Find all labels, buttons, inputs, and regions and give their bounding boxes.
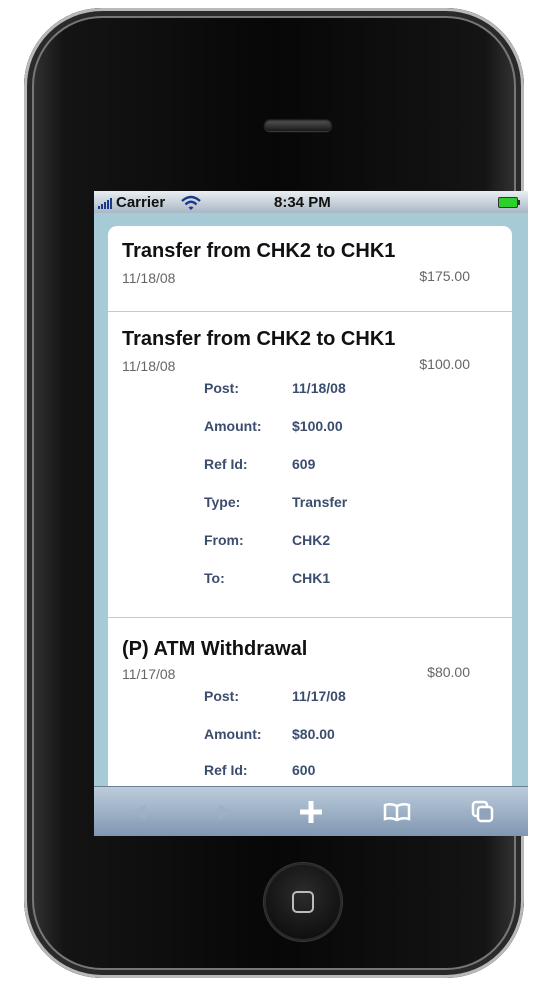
detail-label-type: Type: xyxy=(204,494,241,510)
detail-label-from: From: xyxy=(204,532,244,548)
transaction-date: 11/18/08 xyxy=(122,270,176,286)
transaction-date: 11/17/08 xyxy=(122,666,176,682)
transaction-amount: $80.00 xyxy=(427,664,470,680)
transaction-amount: $100.00 xyxy=(419,356,470,372)
detail-label-amount: Amount: xyxy=(204,726,262,742)
phone-screen: Carrier 8:34 PM Transfer from CHK2 to CH… xyxy=(94,191,528,836)
detail-value-amount: $80.00 xyxy=(292,726,335,742)
transaction-item-expanded[interactable]: (P) ATM Withdrawal 11/17/08 $80.00 Post:… xyxy=(108,618,512,786)
browser-toolbar xyxy=(94,786,528,836)
transaction-date: 11/18/08 xyxy=(122,358,176,374)
detail-value-to: CHK1 xyxy=(292,570,331,586)
transaction-title: Transfer from CHK2 to CHK1 xyxy=(122,328,396,350)
detail-value-amount: $100.00 xyxy=(292,418,343,434)
detail-label-to: To: xyxy=(204,570,225,586)
battery-icon xyxy=(498,197,520,208)
home-square-icon xyxy=(292,891,314,913)
detail-value-type: Transfer xyxy=(292,494,348,510)
detail-label-amount: Amount: xyxy=(204,418,262,434)
status-bar: Carrier 8:34 PM xyxy=(94,191,528,213)
home-button[interactable] xyxy=(264,863,342,941)
detail-label-ref-id: Ref Id: xyxy=(204,456,248,472)
transaction-item-expanded[interactable]: Transfer from CHK2 to CHK1 11/18/08 $100… xyxy=(108,312,512,618)
wifi-icon xyxy=(180,195,202,211)
detail-value-post: 11/18/08 xyxy=(292,380,346,396)
bookmarks-icon[interactable] xyxy=(372,787,422,836)
detail-value-post: 11/17/08 xyxy=(292,688,346,704)
status-time: 8:34 PM xyxy=(274,194,331,211)
detail-value-from: CHK2 xyxy=(292,532,331,548)
transaction-item[interactable]: Transfer from CHK2 to CHK1 11/18/08 $175… xyxy=(108,226,512,312)
detail-label-post: Post: xyxy=(204,380,239,396)
forward-icon[interactable] xyxy=(200,787,250,836)
transaction-title: Transfer from CHK2 to CHK1 xyxy=(122,240,396,262)
detail-label-ref-id: Ref Id: xyxy=(204,762,248,778)
iphone-device-frame: Carrier 8:34 PM Transfer from CHK2 to CH… xyxy=(24,8,528,978)
transactions-list: Transfer from CHK2 to CHK1 11/18/08 $175… xyxy=(108,226,512,786)
detail-value-ref-id: 600 xyxy=(292,762,316,778)
pages-icon[interactable] xyxy=(458,787,508,836)
earpiece-speaker xyxy=(264,119,332,131)
carrier-name: Carrier xyxy=(116,194,166,211)
transaction-title: (P) ATM Withdrawal xyxy=(122,638,308,660)
transaction-amount: $175.00 xyxy=(419,268,470,284)
detail-value-ref-id: 609 xyxy=(292,456,316,472)
back-icon[interactable] xyxy=(114,787,164,836)
plus-icon[interactable] xyxy=(286,787,336,836)
detail-label-post: Post: xyxy=(204,688,239,704)
signal-strength-icon xyxy=(98,197,114,209)
